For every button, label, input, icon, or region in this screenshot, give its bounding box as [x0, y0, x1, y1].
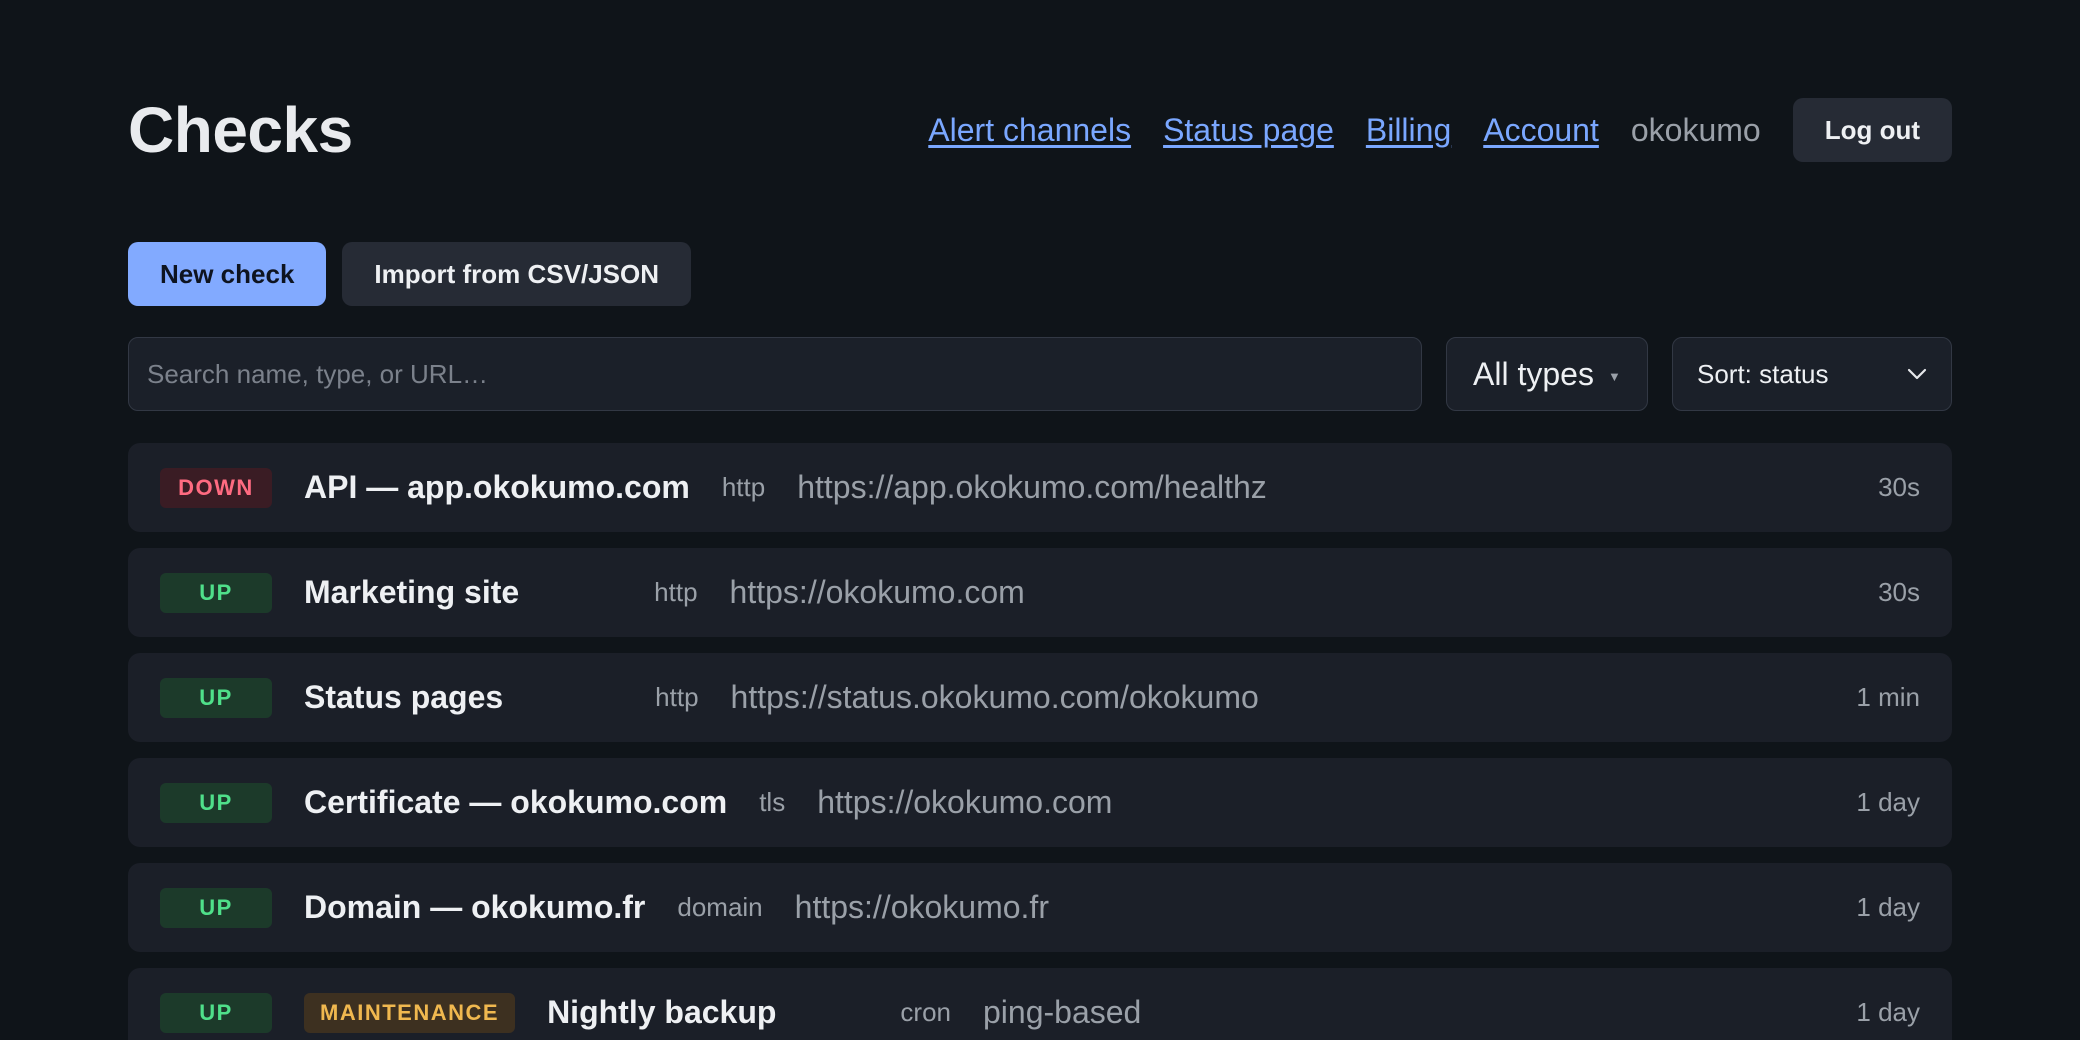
check-name: Nightly backup [547, 994, 777, 1030]
search-input[interactable] [128, 337, 1422, 411]
sort-select[interactable]: Sort: status [1672, 337, 1952, 411]
chevron-down-icon [1907, 368, 1927, 380]
check-type: http [721, 472, 766, 502]
check-interval: 1 day [1856, 787, 1920, 817]
check-type: tls [759, 787, 786, 817]
status-badge: DOWN [160, 467, 272, 508]
check-row[interactable]: UP MAINTENANCE Nightly backup cron ping-… [128, 968, 1952, 1040]
check-type: domain [677, 892, 763, 922]
check-name: Status pages [304, 679, 504, 715]
check-interval: 30s [1878, 577, 1920, 607]
status-badge: UP [160, 887, 272, 928]
status-badge: UP [160, 992, 272, 1033]
check-row[interactable]: UP Domain — okokumo.fr domain https://ok… [128, 863, 1952, 952]
check-url: https://okokumo.com [817, 784, 1113, 820]
check-name: Certificate — okokumo.com [304, 784, 728, 820]
import-button[interactable]: Import from CSV/JSON [342, 242, 691, 306]
page-title: Checks [128, 94, 353, 166]
maintenance-badge: MAINTENANCE [304, 992, 516, 1033]
checks-list: DOWN API — app.okokumo.com http https://… [128, 443, 1952, 1040]
check-name: Domain — okokumo.fr [304, 889, 646, 925]
check-url: ping-based [983, 994, 1142, 1030]
check-interval: 1 day [1856, 997, 1920, 1027]
check-type: http [654, 577, 698, 607]
status-badge: UP [160, 782, 272, 823]
checks-page: Checks Alert channels Status page Billin… [0, 0, 2080, 1040]
check-type: http [655, 682, 699, 712]
caret-down-icon: ▼ [1607, 368, 1621, 384]
status-badge: UP [160, 677, 272, 718]
check-url: https://okokumo.fr [794, 889, 1049, 925]
check-row[interactable]: UP Certificate — okokumo.com tls https:/… [128, 758, 1952, 847]
check-name: Marketing site [304, 574, 520, 610]
username: okokumo [1630, 111, 1761, 148]
nav-link-alert-channels[interactable]: Alert channels [928, 112, 1131, 149]
new-check-button[interactable]: New check [128, 242, 327, 306]
top-nav: Alert channels Status page Billing Accou… [896, 98, 1952, 162]
nav-link-billing[interactable]: Billing [1366, 112, 1451, 149]
check-interval: 1 day [1856, 892, 1920, 922]
check-url: https://status.okokumo.com/okokumo [730, 679, 1259, 715]
page-header: Checks Alert channels Status page Billin… [128, 90, 1952, 170]
check-interval: 30s [1878, 472, 1920, 502]
check-url: https://okokumo.com [729, 574, 1025, 610]
check-interval: 1 min [1856, 682, 1920, 712]
check-row[interactable]: UP Marketing site http https://okokumo.c… [128, 548, 1952, 637]
filter-bar: All types ▼ Sort: status [128, 337, 1952, 411]
check-row[interactable]: UP Status pages http https://status.okok… [128, 653, 1952, 742]
check-row[interactable]: DOWN API — app.okokumo.com http https://… [128, 443, 1952, 532]
sort-label: Sort: status [1697, 358, 1829, 389]
check-url: https://app.okokumo.com/healthz [797, 469, 1267, 505]
status-badge: UP [160, 572, 272, 613]
check-name: API — app.okokumo.com [304, 469, 690, 505]
logout-button[interactable]: Log out [1792, 98, 1952, 162]
action-bar: New check Import from CSV/JSON [128, 242, 691, 306]
nav-link-status-page[interactable]: Status page [1163, 112, 1334, 149]
type-filter-dropdown[interactable]: All types ▼ [1446, 337, 1648, 411]
type-filter-label: All types [1473, 355, 1594, 392]
nav-link-account[interactable]: Account [1483, 112, 1599, 149]
check-type: cron [900, 997, 951, 1027]
